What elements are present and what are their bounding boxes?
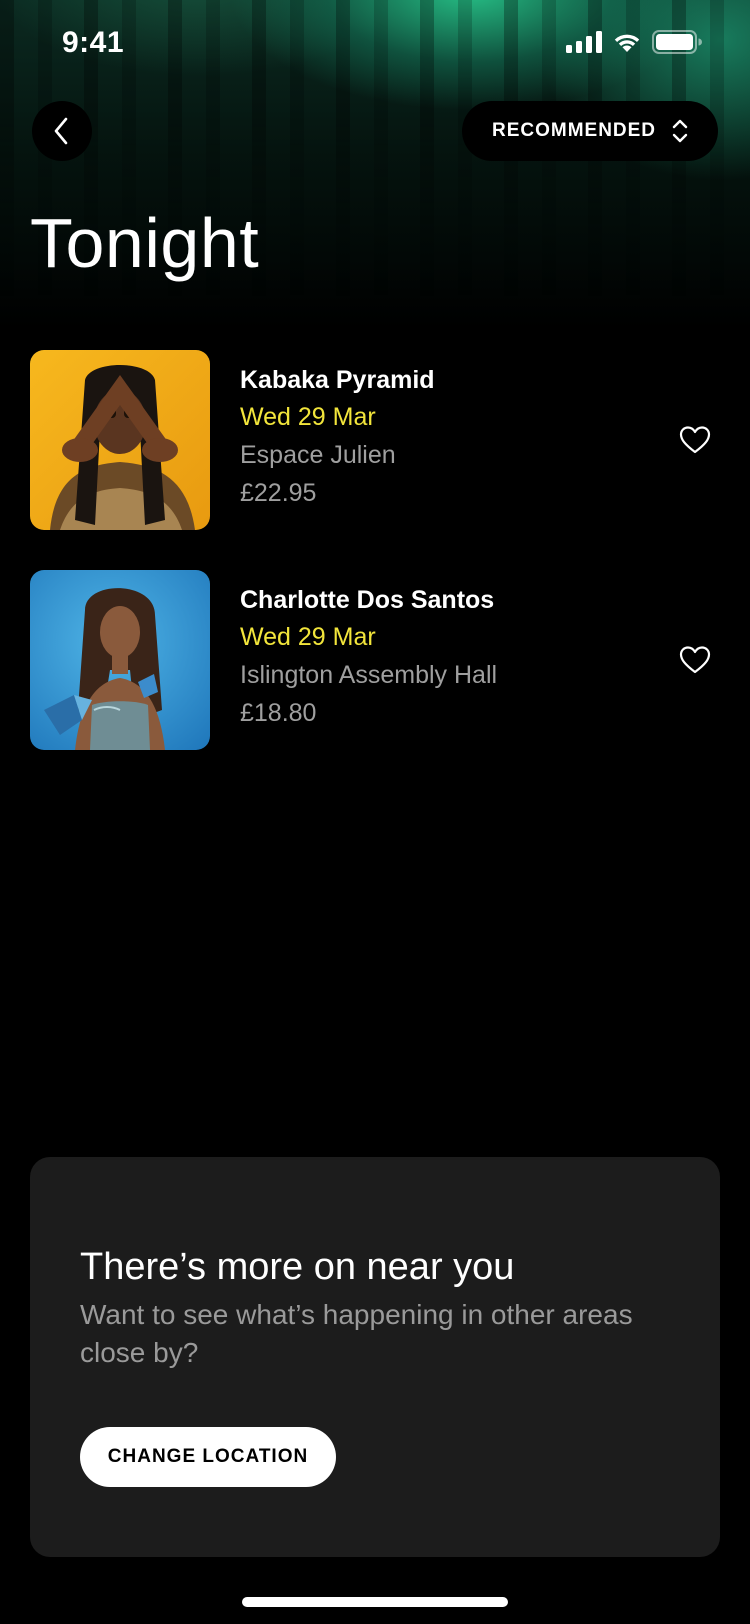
event-price: £18.80 xyxy=(240,699,317,727)
status-icons xyxy=(566,30,702,54)
event-venue: Islington Assembly Hall xyxy=(240,661,498,689)
sort-dropdown-button[interactable]: RECOMMENDED xyxy=(462,101,718,161)
favorite-button[interactable] xyxy=(675,640,715,680)
heart-icon xyxy=(679,426,711,454)
event-details: Kabaka Pyramid Wed 29 Mar Espace Julien … xyxy=(240,362,435,512)
heart-icon xyxy=(679,646,711,674)
event-date: Wed 29 Mar xyxy=(240,623,376,651)
status-bar: 9:41 xyxy=(0,0,750,90)
sort-label: RECOMMENDED xyxy=(491,120,657,141)
chevron-left-icon xyxy=(54,117,68,145)
promo-text: Want to see what’s happening in other ar… xyxy=(80,1299,633,1368)
event-date: Wed 29 Mar xyxy=(240,403,376,431)
battery-icon xyxy=(652,30,702,54)
home-indicator xyxy=(242,1597,508,1607)
nearby-promo-card: There’s more on near you Want to see wha… xyxy=(30,1157,720,1557)
event-venue: Espace Julien xyxy=(240,441,396,469)
event-list-item[interactable]: Charlotte Dos Santos Wed 29 Mar Islingto… xyxy=(30,570,730,750)
event-price: £22.95 xyxy=(240,479,317,507)
event-list-item[interactable]: Kabaka Pyramid Wed 29 Mar Espace Julien … xyxy=(30,350,730,530)
wifi-icon xyxy=(614,34,640,52)
back-button[interactable] xyxy=(32,101,92,161)
status-time: 9:41 xyxy=(62,26,125,59)
event-name: Kabaka Pyramid xyxy=(240,366,435,394)
cellular-signal-icon xyxy=(566,31,602,53)
event-name: Charlotte Dos Santos xyxy=(240,586,495,614)
change-location-button[interactable]: CHANGE LOCATION xyxy=(80,1427,336,1487)
event-artist-image xyxy=(30,570,210,750)
favorite-button[interactable] xyxy=(675,420,715,460)
promo-title: There’s more on near you xyxy=(80,1246,515,1288)
event-details: Charlotte Dos Santos Wed 29 Mar Islingto… xyxy=(240,582,497,732)
chevron-up-down-icon xyxy=(672,119,688,143)
page-title: Tonight xyxy=(30,204,260,282)
event-artist-image xyxy=(30,350,210,530)
